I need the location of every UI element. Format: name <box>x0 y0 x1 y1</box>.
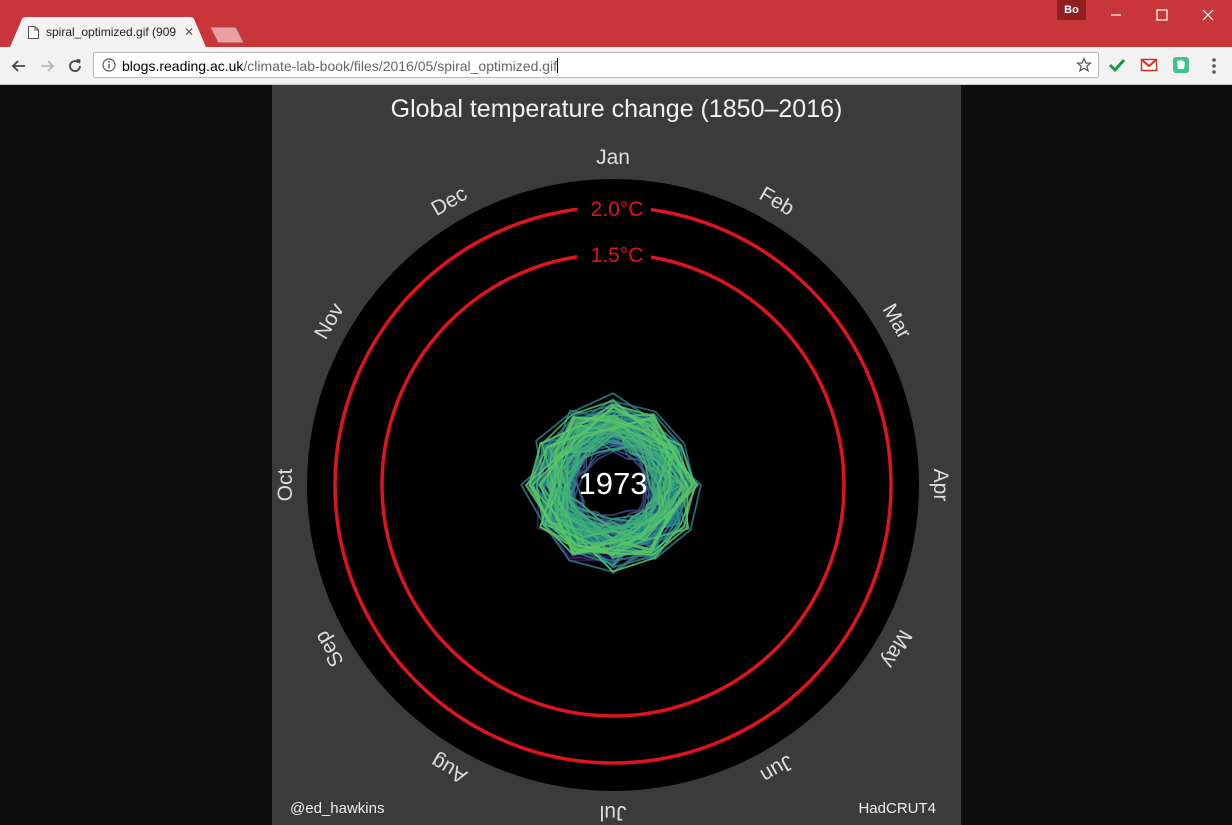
source-credit: HadCRUT4 <box>858 800 936 817</box>
month-label: Dec <box>427 182 471 221</box>
checkmark-icon[interactable] <box>1108 56 1126 74</box>
month-label: Nov <box>310 299 349 343</box>
browser-tab-active[interactable]: spiral_optimized.gif (909 ✕ <box>10 17 206 47</box>
ring-label-2-0: 2.0°C <box>591 198 644 221</box>
month-label: Feb <box>755 182 798 220</box>
month-label: Oct <box>274 469 297 502</box>
reload-icon[interactable] <box>65 56 85 76</box>
title-bar: spiral_optimized.gif (909 ✕ Bo <box>0 0 1232 47</box>
url-host: blogs.reading.ac.uk <box>122 58 244 74</box>
minimize-icon[interactable] <box>1106 5 1126 25</box>
profile-button[interactable]: Bo <box>1057 0 1086 20</box>
spiral-gif: 2.0°C 1.5°C Jan Feb Mar Apr May Jun Jul Aug Sep O… <box>272 85 961 825</box>
month-label: Aug <box>427 749 471 788</box>
month-label: Jan <box>596 146 630 169</box>
month-label: Apr <box>929 469 952 502</box>
month-label: Sep <box>310 627 349 671</box>
chart-title: Global temperature change (1850–2016) <box>390 95 843 123</box>
arrow-left-icon[interactable] <box>9 56 29 76</box>
url-path: /climate-lab-book/files/2016/05/spiral_o… <box>243 58 558 74</box>
tab-close-icon[interactable]: ✕ <box>184 25 194 39</box>
document-icon <box>28 26 39 39</box>
info-icon[interactable] <box>102 58 116 72</box>
page-viewport: 2.0°C 1.5°C Jan Feb Mar Apr May Jun Jul Aug Sep O… <box>0 85 1232 825</box>
star-icon[interactable] <box>1076 57 1092 73</box>
maximize-icon[interactable] <box>1152 5 1172 25</box>
month-label: Mar <box>878 300 916 343</box>
url-text[interactable]: blogs.reading.ac.uk/climate-lab-book/fil… <box>122 58 559 74</box>
close-window-icon[interactable] <box>1198 5 1218 25</box>
text-caret <box>557 58 559 73</box>
month-label: Jun <box>756 750 797 787</box>
arrow-right-icon[interactable] <box>37 56 57 76</box>
gmail-icon[interactable] <box>1140 56 1158 74</box>
month-label: May <box>876 626 916 672</box>
spiral-chart: 2.0°C 1.5°C Jan Feb Mar Apr May Jun Jul Aug Sep O… <box>274 146 952 824</box>
tab-title: spiral_optimized.gif (909 <box>46 25 177 39</box>
author-credit: @ed_hawkins <box>290 800 385 817</box>
new-tab-button[interactable] <box>210 26 246 44</box>
evernote-icon[interactable] <box>1172 56 1190 74</box>
ring-label-1-5: 1.5°C <box>591 244 644 267</box>
month-label: Jul <box>600 801 627 824</box>
browser-toolbar: blogs.reading.ac.uk/climate-lab-book/fil… <box>0 47 1232 85</box>
address-bar[interactable]: blogs.reading.ac.uk/climate-lab-book/fil… <box>93 52 1099 78</box>
kebab-menu-icon[interactable] <box>1206 56 1222 76</box>
year-label: 1973 <box>579 466 648 501</box>
